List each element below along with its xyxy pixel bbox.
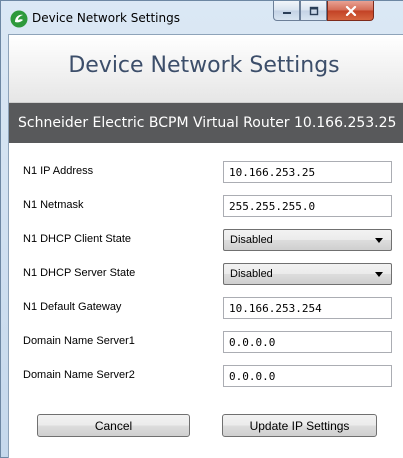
ip-address-field[interactable]: 10.166.253.25	[223, 161, 392, 183]
dhcp-server-value: Disabled	[230, 268, 273, 280]
dialog-client-area: Device Network Settings Schneider Electr…	[8, 34, 403, 458]
app-logo-icon	[10, 10, 28, 28]
chevron-down-icon	[375, 238, 383, 243]
maximize-button[interactable]	[300, 1, 327, 21]
minimize-icon	[282, 11, 291, 14]
minimize-button[interactable]	[273, 1, 300, 21]
dhcp-client-value: Disabled	[230, 234, 273, 246]
default-gateway-field[interactable]: 10.166.253.254	[223, 297, 392, 319]
device-band: Schneider Electric BCPM Virtual Router 1…	[9, 103, 403, 143]
netmask-label: N1 Netmask	[23, 199, 84, 211]
dns1-label: Domain Name Server1	[23, 335, 135, 347]
window: Device Network Settings Device Network S…	[0, 0, 403, 458]
dhcp-client-label: N1 DHCP Client State	[23, 233, 132, 245]
dhcp-server-label: N1 DHCP Server State	[23, 267, 136, 279]
row-ip-address: N1 IP Address 10.166.253.25	[9, 157, 403, 191]
ip-address-label: N1 IP Address	[23, 165, 94, 177]
maximize-icon	[309, 6, 318, 15]
window-title: Device Network Settings	[32, 11, 180, 25]
row-dhcp-client: N1 DHCP Client State Disabled	[9, 225, 403, 259]
dns2-label: Domain Name Server2	[23, 369, 135, 381]
row-dns2: Domain Name Server2 0.0.0.0	[9, 361, 403, 395]
device-label: Schneider Electric BCPM Virtual Router 1…	[18, 115, 397, 131]
close-button[interactable]	[327, 1, 374, 21]
caption-buttons	[273, 1, 389, 21]
netmask-field[interactable]: 255.255.255.0	[223, 195, 392, 217]
dns1-field[interactable]: 0.0.0.0	[223, 331, 392, 353]
dns2-field[interactable]: 0.0.0.0	[223, 365, 392, 387]
dhcp-server-select[interactable]: Disabled	[223, 263, 392, 285]
cancel-button[interactable]: Cancel	[37, 414, 190, 437]
header-band: Device Network Settings	[9, 35, 403, 103]
page-title: Device Network Settings	[68, 53, 340, 78]
update-ip-settings-button[interactable]: Update IP Settings	[222, 414, 377, 437]
default-gateway-label: N1 Default Gateway	[23, 301, 122, 313]
row-default-gateway: N1 Default Gateway 10.166.253.254	[9, 293, 403, 327]
chevron-down-icon	[375, 272, 383, 277]
row-dhcp-server: N1 DHCP Server State Disabled	[9, 259, 403, 293]
row-netmask: N1 Netmask 255.255.255.0	[9, 191, 403, 225]
row-dns1: Domain Name Server1 0.0.0.0	[9, 327, 403, 361]
dhcp-client-select[interactable]: Disabled	[223, 229, 392, 251]
close-icon	[345, 5, 356, 16]
title-bar[interactable]: Device Network Settings	[1, 1, 403, 34]
network-settings-form: N1 IP Address 10.166.253.25 N1 Netmask 2…	[9, 143, 403, 458]
